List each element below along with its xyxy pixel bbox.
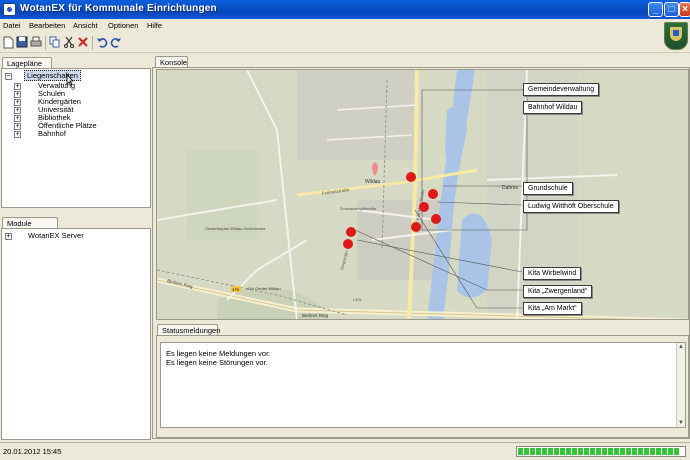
expand-icon[interactable]: + <box>14 115 21 122</box>
marker-kita-am-markt[interactable] <box>343 239 353 249</box>
callout-kita-wirbelwind[interactable]: Kita Wirbelwind <box>523 267 582 280</box>
status-message-line: Es liegen keine Störungen vor. <box>166 358 268 367</box>
progress-fill <box>518 448 680 455</box>
tree-item-bahnhof[interactable]: Bahnhof <box>38 129 66 138</box>
save-icon[interactable] <box>15 36 29 50</box>
menu-optionen[interactable]: Optionen <box>108 21 138 30</box>
callout-bahnhof-wildau[interactable]: Bahnhof Wildau <box>523 101 583 114</box>
copy-icon[interactable] <box>48 36 62 50</box>
new-icon[interactable] <box>1 36 15 50</box>
scroll-up-icon[interactable]: ▲ <box>678 344 684 350</box>
close-button[interactable]: × <box>679 2 690 17</box>
window-title: WotanEX für Kommunale Einrichtungen <box>20 3 217 14</box>
marker-bahnhof-wildau[interactable] <box>428 189 438 199</box>
menu-hilfe[interactable]: Hilfe <box>147 21 162 30</box>
map-label-dahme: Dahme <box>502 185 518 191</box>
map-label-gewerbepark: Gewerbepark Wildau-Hoherlehme <box>205 226 266 231</box>
map-label-179: 179 <box>232 287 239 292</box>
maximize-button[interactable]: □ <box>664 2 679 17</box>
callout-kita-am-markt[interactable]: Kita „Am Markt“ <box>523 302 582 315</box>
map-label-berliner-ring-2: Berliner Ring <box>302 313 329 318</box>
map-view[interactable]: Freiheitstraße Wildau Dahme Gewerbepark … <box>156 69 689 320</box>
marker-kita-wirbelwind[interactable] <box>411 222 421 232</box>
map-label-a10-center: A10 Center Wildau <box>247 286 281 291</box>
coat-of-arms-logo <box>664 22 688 50</box>
cut-icon[interactable] <box>62 36 76 50</box>
minimize-button[interactable]: _ <box>648 2 663 17</box>
marker-oberschule[interactable] <box>431 214 441 224</box>
status-messages-box: Es liegen keine Meldungen vor. Es liegen… <box>160 342 686 428</box>
map-label-schwartzkopffstrasse: Schwartzkopffstraße <box>340 206 377 211</box>
callout-kita-zwergenland[interactable]: Kita „Zwergenland“ <box>523 285 593 298</box>
progress-bar <box>516 446 686 457</box>
status-message-line: Es liegen keine Meldungen vor. <box>166 349 271 358</box>
app-icon <box>3 3 16 16</box>
expand-icon[interactable]: + <box>14 123 21 130</box>
menu-bearbeiten[interactable]: Bearbeiten <box>29 21 65 30</box>
title-bar: WotanEX für Kommunale Einrichtungen _ □ … <box>0 0 690 19</box>
delete-icon[interactable] <box>76 36 90 50</box>
menu-datei[interactable]: Datei <box>3 21 21 30</box>
toolbar <box>0 33 690 53</box>
collapse-icon[interactable]: − <box>5 73 12 80</box>
marker-gemeindeverwaltung[interactable] <box>406 172 416 182</box>
menu-bar: Datei Bearbeiten Ansicht Optionen Hilfe <box>0 19 690 33</box>
tree-item-wotanex-server[interactable]: WotanEX Server <box>28 231 84 240</box>
map-image: Freiheitstraße Wildau Dahme Gewerbepark … <box>157 70 688 319</box>
expand-icon[interactable]: + <box>5 233 12 240</box>
status-datetime: 20.01.2012 15:45 <box>3 447 62 456</box>
lageplaene-panel: − Liegenschaften + Verwaltung + Schulen … <box>1 68 151 208</box>
undo-icon[interactable] <box>95 36 109 50</box>
status-bar: 20.01.2012 15:45 <box>0 442 690 460</box>
print-icon[interactable] <box>29 36 43 50</box>
expand-icon[interactable]: + <box>14 83 21 90</box>
marker-kita-zwergenland[interactable] <box>346 227 356 237</box>
callout-grundschule[interactable]: Grundschule <box>523 182 573 195</box>
expand-icon[interactable]: + <box>14 107 21 114</box>
expand-icon[interactable]: + <box>14 91 21 98</box>
module-panel: + WotanEX Server <box>1 228 151 440</box>
toolbar-separator <box>45 36 46 50</box>
redo-icon[interactable] <box>109 36 123 50</box>
expand-icon[interactable]: + <box>14 99 21 106</box>
callout-oberschule[interactable]: Ludwig Witthöft Oberschule <box>523 200 619 213</box>
mouse-cursor-icon <box>66 74 74 86</box>
map-label-wildau: Wildau <box>365 179 381 185</box>
scroll-down-icon[interactable]: ▼ <box>678 420 684 426</box>
callout-gemeindeverwaltung[interactable]: Gemeindeverwaltung <box>523 83 600 96</box>
expand-icon[interactable]: + <box>14 131 21 138</box>
toolbar-separator-2 <box>92 36 93 50</box>
status-scrollbar[interactable]: ▲ ▼ <box>676 343 685 427</box>
marker-grundschule[interactable] <box>419 202 429 212</box>
map-label-l401: L401 <box>353 297 363 302</box>
menu-ansicht[interactable]: Ansicht <box>73 21 98 30</box>
